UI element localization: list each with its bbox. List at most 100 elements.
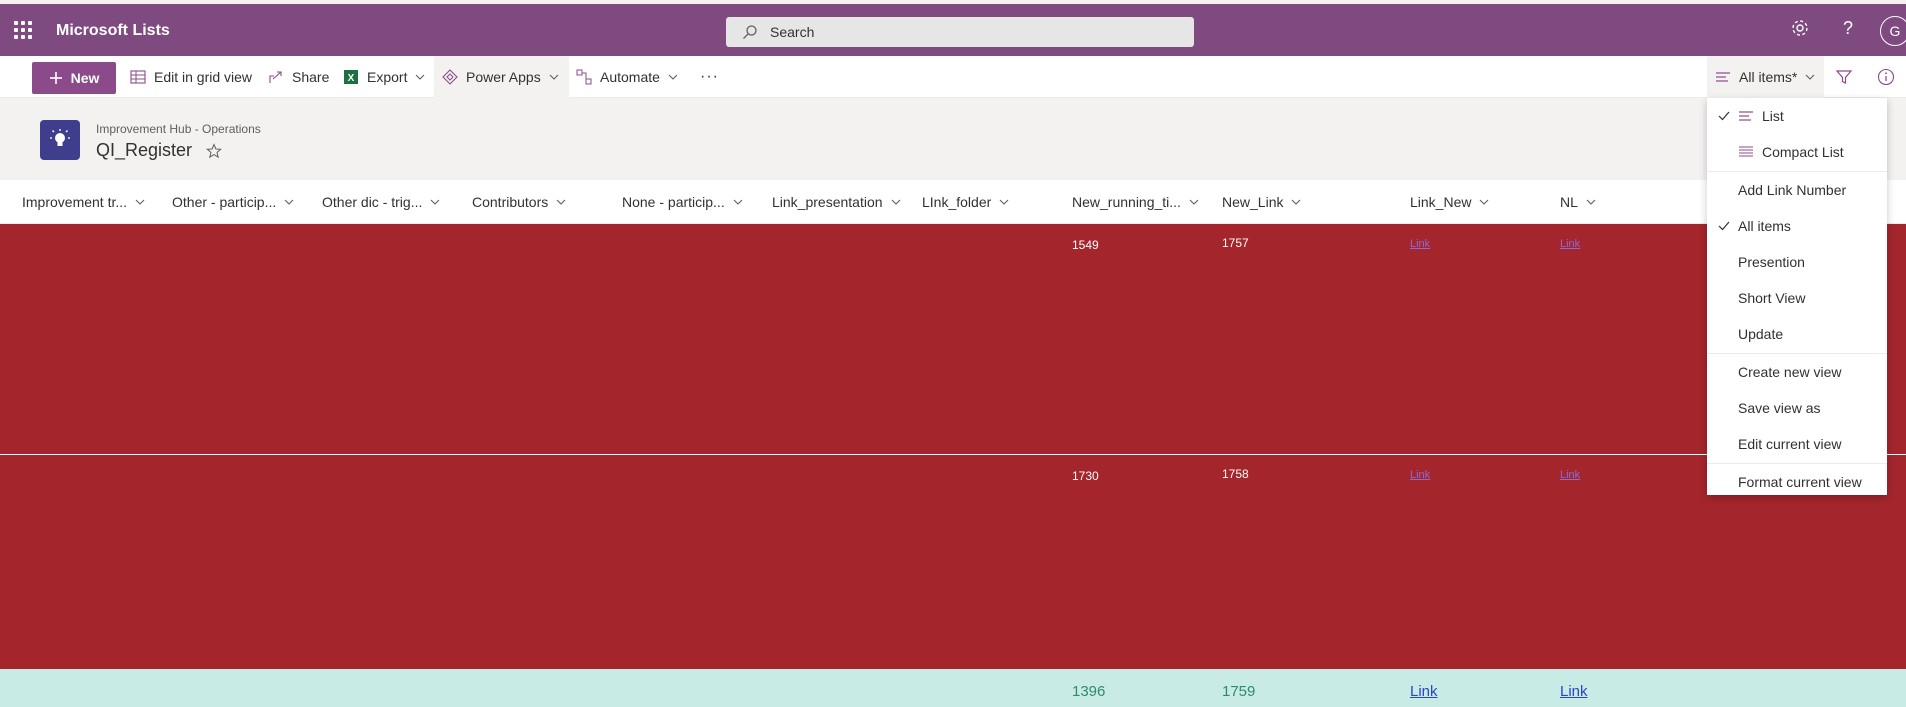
- more-commands-button[interactable]: ···: [700, 56, 719, 98]
- column-header-nl[interactable]: NL: [1560, 180, 1596, 224]
- menu-item-save-view-as[interactable]: Save view as: [1707, 390, 1887, 426]
- cell-new-link: 1759: [1222, 683, 1256, 700]
- cell-new-link: 1757: [1222, 236, 1249, 250]
- command-bar: New Edit in grid view Share X Export Pow…: [0, 56, 1906, 98]
- menu-item-all-items[interactable]: All items: [1707, 208, 1887, 244]
- menu-item-edit-current-view[interactable]: Edit current view: [1707, 426, 1887, 462]
- view-switcher-label: All items*: [1739, 69, 1798, 85]
- column-header-link-folder[interactable]: LInk_folder: [922, 180, 1009, 224]
- chevron-down-icon: [733, 199, 743, 205]
- column-label: LInk_folder: [922, 194, 992, 210]
- cell-link-new[interactable]: Link: [1410, 469, 1430, 481]
- column-label: Link_New: [1410, 194, 1472, 210]
- chevron-down-icon: [416, 74, 425, 80]
- column-label: New_Link: [1222, 194, 1284, 210]
- app-name[interactable]: Microsoft Lists: [56, 22, 170, 40]
- column-header-link-presentation[interactable]: Link_presentation: [772, 180, 901, 224]
- cell-link-new[interactable]: Link: [1410, 683, 1438, 700]
- chevron-down-icon: [1189, 199, 1199, 205]
- chevron-down-icon: [1480, 199, 1489, 205]
- search-box[interactable]: Search: [726, 17, 1194, 47]
- table-row[interactable]: 1549 1757 Link Link: [0, 224, 1906, 454]
- page-title-wrap: QI_Register: [96, 140, 223, 161]
- column-header-new-running[interactable]: New_running_ti...: [1072, 180, 1199, 224]
- column-label: New_running_ti...: [1072, 194, 1181, 210]
- chevron-down-icon: [556, 199, 566, 205]
- menu-item-presention[interactable]: Presention: [1707, 244, 1887, 280]
- menu-item-list[interactable]: List: [1707, 98, 1887, 134]
- new-button-label: New: [70, 70, 100, 86]
- search-input[interactable]: Search: [770, 24, 814, 40]
- list-header: Improvement Hub - Operations QI_Register: [0, 98, 1906, 180]
- svg-text:?: ?: [1843, 18, 1853, 38]
- info-icon[interactable]: [1877, 68, 1895, 86]
- compact-list-icon: [1739, 146, 1753, 157]
- checkmark-icon: [1718, 221, 1730, 231]
- checkmark-icon: [1718, 111, 1730, 121]
- cell-nl[interactable]: Link: [1560, 683, 1588, 700]
- edit-grid-view-label: Edit in grid view: [154, 69, 253, 85]
- chevron-down-icon: [1292, 199, 1301, 205]
- edit-grid-view-button[interactable]: Edit in grid view: [130, 56, 252, 98]
- column-label: NL: [1560, 194, 1578, 210]
- automate-label: Automate: [600, 69, 660, 85]
- menu-item-label: Compact List: [1762, 144, 1844, 160]
- cell-nl[interactable]: Link: [1560, 238, 1580, 250]
- column-header-contributors[interactable]: Contributors: [472, 180, 566, 224]
- table-row[interactable]: 1730 1758 Link Link: [0, 455, 1906, 669]
- menu-item-label: Edit current view: [1738, 436, 1842, 452]
- share-button[interactable]: Share: [268, 56, 329, 98]
- view-switcher-button[interactable]: All items*: [1707, 56, 1824, 98]
- menu-item-label: List: [1762, 108, 1784, 124]
- automate-button[interactable]: Automate: [576, 56, 678, 98]
- column-header-none-participants[interactable]: None - particip...: [622, 180, 743, 224]
- export-button[interactable]: X Export: [343, 56, 425, 98]
- menu-item-compact-list[interactable]: Compact List: [1707, 134, 1887, 170]
- chevron-down-icon: [135, 199, 145, 205]
- cell-link-new[interactable]: Link: [1410, 238, 1430, 250]
- search-icon: [743, 25, 757, 39]
- suite-bar: Microsoft Lists Search ? G: [0, 0, 1906, 56]
- menu-item-update[interactable]: Update: [1707, 316, 1887, 352]
- cell-nl[interactable]: Link: [1560, 469, 1580, 481]
- chevron-down-icon: [668, 74, 678, 80]
- column-header-link-new[interactable]: Link_New: [1410, 180, 1489, 224]
- cell-new-link: 1758: [1222, 467, 1249, 481]
- menu-item-label: Create new view: [1738, 364, 1842, 380]
- excel-icon: X: [344, 70, 358, 84]
- menu-item-create-new-view[interactable]: Create new view: [1707, 354, 1887, 390]
- chevron-down-icon: [284, 199, 294, 205]
- menu-item-short-view[interactable]: Short View: [1707, 280, 1887, 316]
- column-label: None - particip...: [622, 194, 725, 210]
- favorite-star-icon[interactable]: [206, 142, 223, 159]
- column-header-improvement[interactable]: Improvement tr...: [22, 180, 145, 224]
- cell-new-running: 1549: [1072, 238, 1099, 252]
- list-icon-lightbulb: [40, 120, 80, 160]
- share-icon: [269, 71, 282, 83]
- menu-item-add-link-number[interactable]: Add Link Number: [1707, 172, 1887, 208]
- share-label: Share: [292, 69, 330, 85]
- help-icon[interactable]: ?: [1838, 18, 1858, 38]
- page-title: QI_Register: [96, 140, 193, 160]
- settings-gear-icon[interactable]: [1790, 18, 1810, 38]
- menu-item-label: Short View: [1738, 290, 1806, 306]
- table-row[interactable]: 1396 1759 Link Link: [0, 669, 1906, 707]
- column-header-row: Improvement tr... Other - particip... Ot…: [0, 180, 1906, 224]
- column-header-other-dic[interactable]: Other dic - trig...: [322, 180, 440, 224]
- app-launcher-icon[interactable]: [12, 19, 34, 41]
- power-apps-label: Power Apps: [466, 69, 541, 85]
- column-label: Other - particip...: [172, 194, 277, 210]
- column-label: Link_presentation: [772, 194, 883, 210]
- user-avatar[interactable]: G: [1880, 16, 1906, 46]
- breadcrumb[interactable]: Improvement Hub - Operations: [96, 122, 261, 136]
- menu-item-format-current-view[interactable]: Format current view: [1707, 464, 1887, 500]
- view-dropdown-menu: List Compact List Add Link Number All it…: [1707, 98, 1887, 495]
- column-header-new-link[interactable]: New_Link: [1222, 180, 1301, 224]
- plus-icon: [49, 72, 62, 84]
- power-apps-button[interactable]: Power Apps: [434, 56, 569, 98]
- filter-icon[interactable]: [1834, 67, 1854, 87]
- list-lines-icon: [1716, 72, 1730, 82]
- svg-text:X: X: [348, 73, 355, 84]
- new-button[interactable]: New: [32, 62, 116, 94]
- column-header-other-participants[interactable]: Other - particip...: [172, 180, 294, 224]
